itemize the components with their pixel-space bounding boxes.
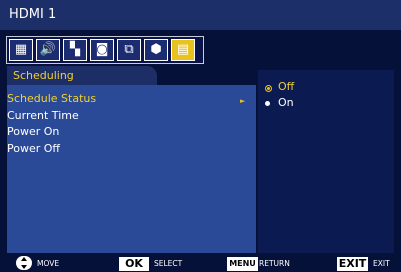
speaker-icon[interactable]: 🔊 xyxy=(36,39,60,61)
menu-item-power-on[interactable]: Power On xyxy=(7,125,59,139)
menu-key-icon: MENU xyxy=(227,257,258,271)
radio-off-icon[interactable] xyxy=(265,85,272,92)
display-network-icon[interactable]: ⧉ xyxy=(117,39,141,61)
cube-glyph: ⬢ xyxy=(150,42,162,57)
move-arrows-icon xyxy=(16,256,32,270)
submenu-arrow-icon: ► xyxy=(240,97,246,105)
ok-key-icon: OK xyxy=(119,257,149,271)
display-network-glyph: ⧉ xyxy=(124,42,134,57)
schedule-icon[interactable]: ▤ xyxy=(171,39,195,61)
menu-item-schedule-status[interactable]: Schedule Status xyxy=(7,92,96,106)
return-label: RETURN xyxy=(259,259,290,268)
speaker-glyph: 🔊 xyxy=(39,42,57,57)
title-bar: HDMI 1 xyxy=(0,0,401,30)
option-on[interactable]: On xyxy=(278,96,294,110)
picture-settings-glyph: ▦ xyxy=(14,42,28,57)
screen-adjust-icon[interactable]: ◙ xyxy=(90,39,114,61)
menu-item-power-off[interactable]: Power Off xyxy=(7,142,60,156)
grid-layout-icon[interactable]: ▚ xyxy=(63,39,87,61)
screen-adjust-glyph: ◙ xyxy=(95,42,109,57)
select-label: SELECT xyxy=(154,259,183,268)
schedule-glyph: ▤ xyxy=(176,42,190,57)
radio-on-icon[interactable] xyxy=(265,101,270,106)
exit-label: EXIT xyxy=(373,259,390,268)
grid-layout-glyph: ▚ xyxy=(70,42,80,57)
move-label: MOVE xyxy=(37,259,60,268)
picture-settings-icon[interactable]: ▦ xyxy=(9,39,33,61)
exit-key-icon: EXIT xyxy=(337,257,368,271)
section-header: Scheduling xyxy=(7,66,157,85)
category-icon-bar: ▦ 🔊 ▚ ◙ ⧉ ⬢ ▤ xyxy=(6,36,204,64)
section-title: Scheduling xyxy=(13,69,74,82)
option-off[interactable]: Off xyxy=(278,80,294,94)
menu-item-current-time[interactable]: Current Time xyxy=(7,109,79,123)
osd-menu: HDMI 1 ▦ 🔊 ▚ ◙ ⧉ ⬢ ▤ Scheduling Schedule… xyxy=(0,0,401,272)
input-source-title: HDMI 1 xyxy=(9,7,57,22)
cube-icon[interactable]: ⬢ xyxy=(144,39,168,61)
